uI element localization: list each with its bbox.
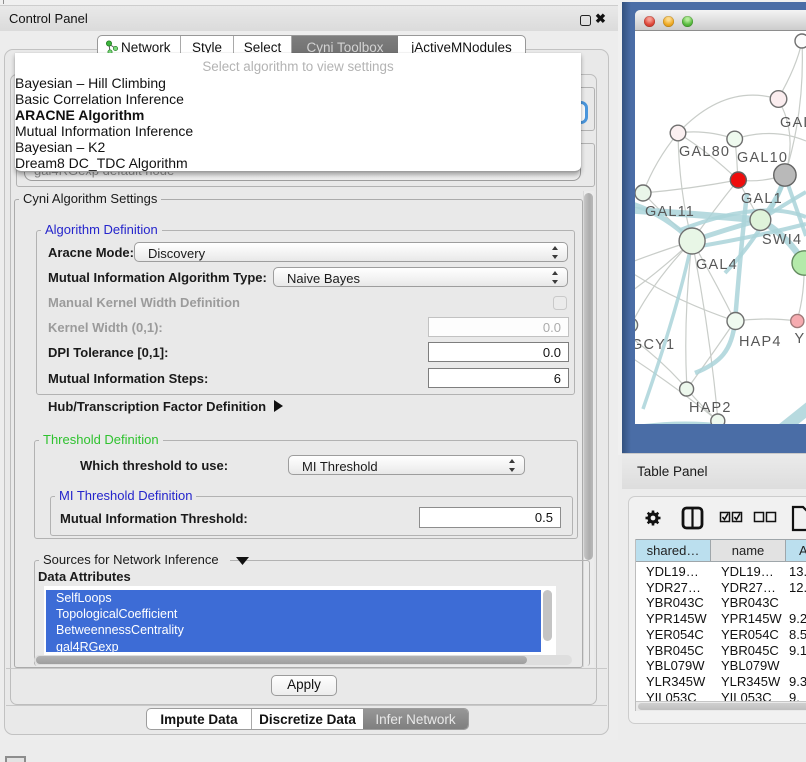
svg-text:GAL10: GAL10 — [737, 150, 788, 166]
svg-text:GAL80: GAL80 — [679, 144, 730, 160]
svg-text:HAP2: HAP2 — [689, 400, 732, 416]
svg-text:GAL4: GAL4 — [696, 257, 738, 273]
svg-text:HAP4: HAP4 — [739, 334, 782, 350]
svg-text:SWI4: SWI4 — [762, 232, 802, 248]
svg-text:GAL1: GAL1 — [741, 191, 783, 207]
svg-text:GAL2: GAL2 — [780, 115, 806, 131]
svg-text:YE: YE — [795, 331, 806, 347]
svg-text:GAL11: GAL11 — [645, 204, 695, 220]
svg-text:GCY1: GCY1 — [635, 337, 675, 353]
